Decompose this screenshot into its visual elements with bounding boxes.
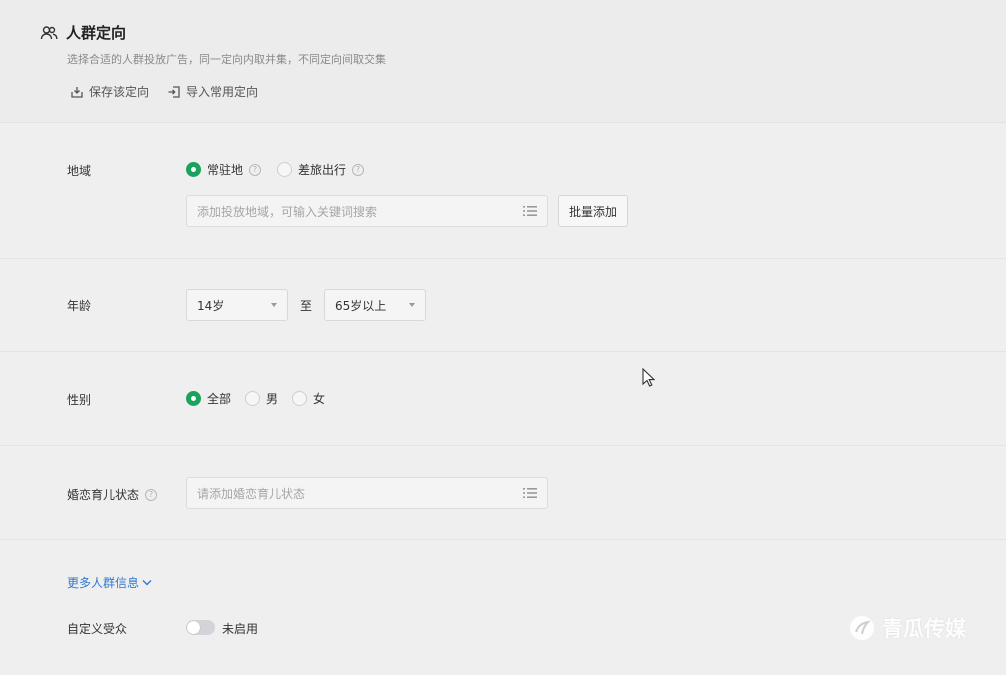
radio-unchecked-icon xyxy=(277,162,293,177)
radio-all-label: 全部 xyxy=(207,392,232,406)
list-icon xyxy=(523,488,537,498)
radio-business-travel[interactable]: 差旅出行 ? xyxy=(277,161,365,178)
import-targeting-label: 导入常用定向 xyxy=(186,85,259,99)
caret-down-icon xyxy=(271,303,277,307)
gender-label: 性别 xyxy=(67,391,91,408)
section-description: 选择合适的人群投放广告，同一定向内取并集，不同定向间取交集 xyxy=(67,53,386,66)
batch-add-button[interactable]: 批量添加 xyxy=(558,195,629,227)
gender-radio-group: 全部 男 女 xyxy=(186,390,325,407)
age-to-select[interactable]: 65岁以上 xyxy=(324,289,426,321)
radio-gender-all[interactable]: 全部 xyxy=(186,390,231,407)
radio-gender-female[interactable]: 女 xyxy=(292,390,325,407)
age-from-value: 14岁 xyxy=(197,298,225,313)
caret-down-icon xyxy=(409,303,415,307)
marital-section: 婚恋育儿状态 ? 请添加婚恋育儿状态 xyxy=(0,446,1006,540)
help-icon[interactable]: ? xyxy=(352,163,365,176)
batch-add-label: 批量添加 xyxy=(569,204,618,219)
custom-audience-status: 未启用 xyxy=(222,622,259,636)
radio-unchecked-icon xyxy=(245,391,261,406)
custom-audience-toggle[interactable] xyxy=(186,620,215,635)
custom-audience-label: 自定义受众 xyxy=(67,620,127,637)
region-type-radio-group: 常驻地 ? 差旅出行 ? xyxy=(186,161,365,178)
save-targeting-label: 保存该定向 xyxy=(89,85,150,99)
age-label: 年龄 xyxy=(67,297,91,314)
radio-gender-male[interactable]: 男 xyxy=(245,390,278,407)
region-search-input[interactable]: 添加投放地域，可输入关键词搜索 xyxy=(186,195,548,227)
people-icon xyxy=(40,25,58,39)
radio-unchecked-icon xyxy=(292,391,308,406)
marital-status-input[interactable]: 请添加婚恋育儿状态 xyxy=(186,477,548,509)
watermark-logo-icon xyxy=(850,616,874,640)
marital-status-placeholder: 请添加婚恋育儿状态 xyxy=(197,486,306,501)
age-from-select[interactable]: 14岁 xyxy=(186,289,288,321)
targeting-header: 人群定向 选择合适的人群投放广告，同一定向内取并集，不同定向间取交集 保存该定向… xyxy=(0,0,1006,123)
watermark-text: 青瓜传媒 xyxy=(882,617,966,641)
region-label: 地域 xyxy=(67,162,91,179)
import-icon xyxy=(168,85,180,98)
age-section: 年龄 14岁 至 65岁以上 xyxy=(0,259,1006,352)
save-icon xyxy=(71,86,83,98)
import-targeting-button[interactable]: 导入常用定向 xyxy=(167,83,258,100)
list-icon xyxy=(523,206,537,216)
gender-section: 性别 全部 男 女 xyxy=(0,352,1006,446)
help-icon[interactable]: ? xyxy=(145,488,158,501)
radio-travel-label: 差旅出行 xyxy=(298,163,347,177)
mouse-cursor-icon xyxy=(642,368,655,387)
save-targeting-button[interactable]: 保存该定向 xyxy=(70,83,149,100)
section-title: 人群定向 xyxy=(40,22,126,43)
radio-resident-location[interactable]: 常驻地 ? xyxy=(186,161,262,178)
age-label-text: 年龄 xyxy=(67,299,92,313)
help-icon[interactable]: ? xyxy=(249,163,262,176)
more-audience-info-link[interactable]: 更多人群信息 xyxy=(67,574,152,591)
radio-male-label: 男 xyxy=(266,392,279,406)
radio-checked-icon xyxy=(186,162,201,177)
radio-female-label: 女 xyxy=(313,392,326,406)
radio-checked-icon xyxy=(186,391,201,406)
watermark: 青瓜传媒 xyxy=(848,613,966,643)
chevron-down-icon xyxy=(142,580,152,586)
region-label-text: 地域 xyxy=(67,164,92,178)
marital-label-text: 婚恋育儿状态 xyxy=(67,488,140,502)
more-audience-info-label: 更多人群信息 xyxy=(67,576,140,590)
age-to-value: 65岁以上 xyxy=(335,298,387,313)
header-actions: 保存该定向 导入常用定向 xyxy=(70,83,258,100)
custom-audience-label-text: 自定义受众 xyxy=(67,622,128,636)
page-title: 人群定向 xyxy=(66,24,127,42)
gender-label-text: 性别 xyxy=(67,393,92,407)
region-section: 地域 常驻地 ? 差旅出行 ? 添加投放地域，可输入关键词搜索 批量添加 xyxy=(0,124,1006,259)
age-range-separator: 至 xyxy=(300,299,313,313)
region-search-placeholder: 添加投放地域，可输入关键词搜索 xyxy=(197,204,378,219)
radio-resident-label: 常驻地 xyxy=(207,163,244,177)
marital-label: 婚恋育儿状态 ? xyxy=(67,486,158,503)
